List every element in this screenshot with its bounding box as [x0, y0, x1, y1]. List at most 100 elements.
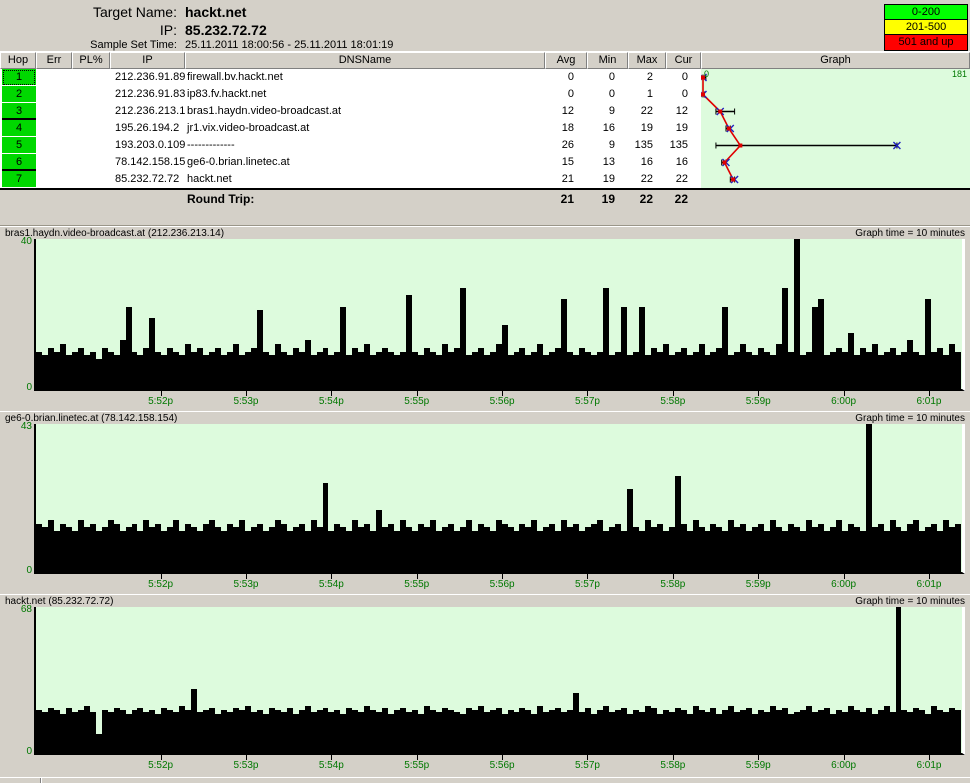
round-trip-label: Round Trip:	[185, 190, 545, 209]
x-tick-label: 5:58p	[660, 579, 685, 590]
column-header-cur: Cur	[666, 52, 701, 69]
err-cell	[36, 154, 72, 171]
x-tick-label: 5:57p	[575, 760, 600, 771]
status-bar-divider	[40, 778, 42, 783]
section-gap	[0, 209, 970, 226]
x-tick-label: 5:56p	[490, 579, 515, 590]
packet-loss-cell	[72, 86, 110, 103]
dnsname-cell: ip83.fv.hackt.net	[185, 86, 545, 103]
minigraph-scale-min: 0	[704, 69, 709, 79]
x-tick-label: 5:52p	[148, 760, 173, 771]
min-cell: 9	[587, 137, 628, 154]
x-tick-label: 5:58p	[660, 396, 685, 407]
graph2-plot-area: 43 0	[34, 424, 965, 574]
ip-cell: 193.203.0.109	[110, 137, 185, 154]
err-cell	[36, 137, 72, 154]
x-tick-label: 6:00p	[831, 760, 856, 771]
x-tick-label: 5:56p	[490, 760, 515, 771]
round-trip-avg: 21	[545, 190, 587, 209]
graph1-time-range: Graph time = 10 minutes	[855, 227, 965, 239]
packet-loss-cell	[72, 103, 110, 120]
avg-cell: 26	[545, 137, 587, 154]
graph3-plot-area: 68 0	[34, 607, 965, 755]
sample-set-time-value: 25.11.2011 18:00:56 - 25.11.2011 18:01:1…	[185, 39, 393, 51]
column-header-graph: Graph	[701, 52, 970, 69]
hop-number-cell: 7	[2, 171, 36, 188]
x-tick-label: 5:54p	[319, 396, 344, 407]
dnsname-cell: firewall.bv.hackt.net	[185, 69, 545, 86]
column-header-hop: Hop	[0, 52, 36, 69]
x-tick-label: 5:55p	[404, 760, 429, 771]
graph3-x-axis: 5:52p5:53p5:54p5:55p5:56p5:57p5:58p5:59p…	[34, 755, 965, 775]
cur-cell: 135	[666, 137, 701, 154]
latency-bar	[955, 352, 961, 390]
graph2-ymin-label: 0	[6, 565, 32, 576]
cur-cell: 0	[666, 86, 701, 103]
packet-loss-cell	[72, 69, 110, 86]
timeline-graph-panel-2: ge6-0.brian.linetec.at (78.142.158.154) …	[0, 411, 970, 594]
pingplotter-window: Target Name: hackt.net IP: 85.232.72.72 …	[0, 0, 970, 783]
round-trip-max: 22	[628, 190, 666, 209]
err-cell	[36, 120, 72, 137]
packet-loss-cell	[72, 137, 110, 154]
min-cell: 9	[587, 103, 628, 120]
column-header-min: Min	[587, 52, 628, 69]
column-header-max: Max	[628, 52, 666, 69]
avg-cell: 21	[545, 171, 587, 188]
err-cell	[36, 69, 72, 86]
x-tick-label: 5:53p	[233, 579, 258, 590]
ip-label: IP:	[0, 22, 185, 38]
err-cell	[36, 171, 72, 188]
max-cell: 19	[628, 120, 666, 137]
max-cell: 1	[628, 86, 666, 103]
x-tick-label: 5:59p	[746, 396, 771, 407]
ip-cell: 212.236.91.89	[110, 69, 185, 86]
x-tick-label: 6:00p	[831, 579, 856, 590]
graph1-x-axis: 5:52p5:53p5:54p5:55p5:56p5:57p5:58p5:59p…	[34, 391, 965, 411]
x-tick-label: 5:57p	[575, 579, 600, 590]
legend-item-0: 0-200	[885, 5, 967, 20]
hop-number-cell: 5	[2, 137, 36, 154]
graph3-ymax-label: 68	[6, 604, 32, 615]
graph1-ymin-label: 0	[6, 382, 32, 393]
trace-table-header: HopErrPL%IPDNSNameAvgMinMaxCurGraph	[0, 52, 970, 69]
hop-number-cell: 1	[2, 69, 36, 86]
err-cell	[36, 103, 72, 120]
packet-loss-cell	[72, 154, 110, 171]
graph1-ymax-label: 40	[6, 236, 32, 247]
latency-bar	[955, 524, 961, 572]
x-tick-label: 5:54p	[319, 760, 344, 771]
packet-loss-cell	[72, 120, 110, 137]
x-tick-label: 5:52p	[148, 396, 173, 407]
x-tick-label: 6:00p	[831, 396, 856, 407]
x-tick-label: 5:58p	[660, 760, 685, 771]
round-trip-cur: 22	[666, 190, 701, 209]
graph3-time-range: Graph time = 10 minutes	[855, 595, 965, 607]
sample-set-time-label: Sample Set Time:	[0, 39, 185, 51]
x-tick-label: 5:52p	[148, 579, 173, 590]
dnsname-cell: hackt.net	[185, 171, 545, 188]
x-tick-label: 5:53p	[233, 396, 258, 407]
ip-cell: 212.236.213.14	[110, 103, 185, 120]
round-trip-row: Round Trip: 21 19 22 22	[0, 190, 970, 209]
trace-table-body: 1212.236.91.89firewall.bv.hackt.net00202…	[0, 69, 970, 188]
graph1-title: bras1.haydn.video-broadcast.at (212.236.…	[5, 227, 224, 239]
ip-cell: 85.232.72.72	[110, 171, 185, 188]
graph2-time-range: Graph time = 10 minutes	[855, 412, 965, 424]
dnsname-cell: -------------	[185, 137, 545, 154]
legend-item-1: 201-500	[885, 20, 967, 35]
column-header-dnsname: DNSName	[185, 52, 545, 69]
graph1-plot-area: 40 0	[34, 239, 965, 391]
avg-cell: 12	[545, 103, 587, 120]
status-bar	[0, 777, 970, 783]
summary-header: Target Name: hackt.net IP: 85.232.72.72 …	[0, 0, 970, 52]
max-cell: 2	[628, 69, 666, 86]
max-cell: 22	[628, 171, 666, 188]
x-tick-label: 5:56p	[490, 396, 515, 407]
x-tick-label: 6:01p	[916, 579, 941, 590]
avg-cell: 0	[545, 69, 587, 86]
x-tick-label: 5:55p	[404, 396, 429, 407]
min-cell: 0	[587, 86, 628, 103]
min-cell: 13	[587, 154, 628, 171]
avg-cell: 18	[545, 120, 587, 137]
